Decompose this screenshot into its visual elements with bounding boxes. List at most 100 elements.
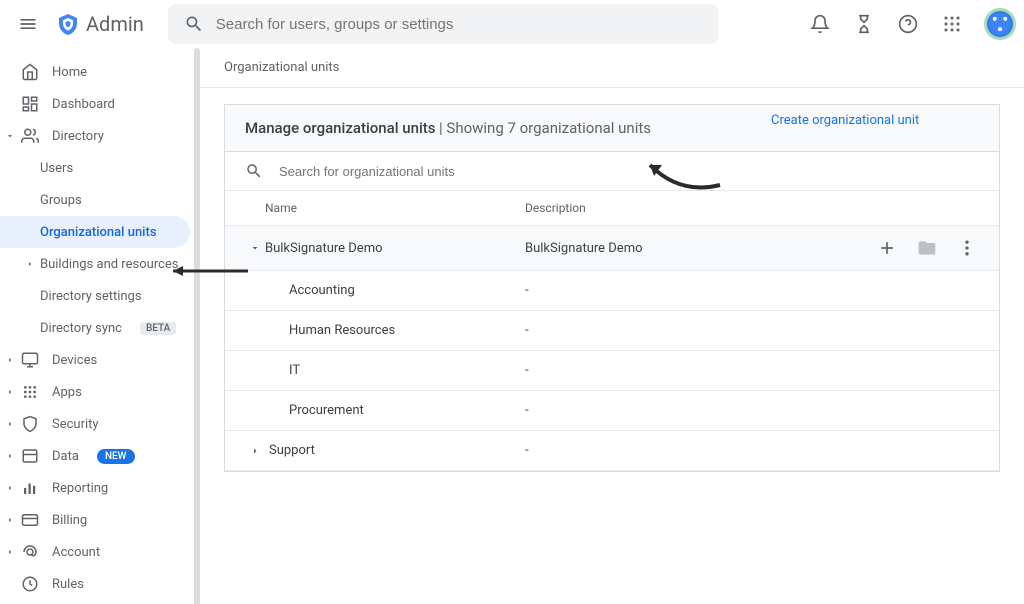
nav-label: Apps xyxy=(52,385,82,400)
nav-label: Billing xyxy=(52,513,87,528)
nav-dashboard[interactable]: Dashboard xyxy=(0,88,200,120)
nav-devices[interactable]: Devices xyxy=(0,344,200,376)
row-desc: - xyxy=(525,283,979,298)
row-collapse-icon[interactable] xyxy=(245,242,265,254)
nav-label: Groups xyxy=(40,193,82,208)
create-org-unit-link[interactable]: Create organizational unit xyxy=(771,113,919,128)
row-expand-icon[interactable] xyxy=(245,445,265,457)
apps-grid-icon[interactable] xyxy=(932,4,972,44)
nav-data[interactable]: Data NEW xyxy=(0,440,200,472)
row-name: Support xyxy=(265,443,525,458)
panel-header: Manage organizational units | Showing 7 … xyxy=(225,105,999,152)
row-actions xyxy=(875,236,979,260)
row-name: IT xyxy=(265,363,525,378)
nav-rules[interactable]: Rules xyxy=(0,568,200,600)
nav-groups[interactable]: Groups xyxy=(0,184,200,216)
chevron-right-icon[interactable] xyxy=(4,354,16,366)
row-name: Procurement xyxy=(265,403,525,418)
nav-label: Dashboard xyxy=(52,97,115,112)
apps-icon xyxy=(20,382,40,402)
nav-label: Security xyxy=(52,417,99,432)
hamburger-menu-icon[interactable] xyxy=(8,4,48,44)
panel-search-input[interactable] xyxy=(279,164,979,179)
row-desc: - xyxy=(525,443,979,458)
panel-title: Manage organizational units xyxy=(245,119,436,137)
table-row[interactable]: Accounting - xyxy=(225,271,999,311)
nav-storage[interactable]: Storage xyxy=(0,600,200,604)
home-icon xyxy=(20,62,40,82)
account-icon xyxy=(20,542,40,562)
main-layout: Home Dashboard Directory Users Groups Or… xyxy=(0,48,1024,604)
table-row[interactable]: Human Resources - xyxy=(225,311,999,351)
row-desc: - xyxy=(525,403,979,418)
chevron-right-icon[interactable] xyxy=(4,482,16,494)
nav-label: Users xyxy=(40,161,73,176)
row-desc: - xyxy=(525,323,979,338)
row-name: Accounting xyxy=(265,283,525,298)
nav-buildings-resources[interactable]: Buildings and resources xyxy=(0,248,200,280)
search-icon xyxy=(245,162,263,180)
nav-reporting[interactable]: Reporting xyxy=(0,472,200,504)
nav-apps[interactable]: Apps xyxy=(0,376,200,408)
hourglass-icon[interactable] xyxy=(844,4,884,44)
app-header: Admin xyxy=(0,0,1024,48)
search-input[interactable] xyxy=(216,16,702,33)
beta-badge: BETA xyxy=(140,322,176,335)
search-icon xyxy=(184,14,204,34)
new-badge: NEW xyxy=(97,449,135,464)
table-row[interactable]: Support - xyxy=(225,431,999,471)
sidebar: Home Dashboard Directory Users Groups Or… xyxy=(0,48,200,604)
chevron-right-icon[interactable] xyxy=(4,386,16,398)
row-name: Human Resources xyxy=(265,323,525,338)
chevron-right-icon[interactable] xyxy=(4,418,16,430)
breadcrumb: Organizational units xyxy=(200,48,1024,88)
nav-directory-sync[interactable]: Directory sync BETA xyxy=(0,312,200,344)
search-box[interactable] xyxy=(168,4,718,44)
panel-search xyxy=(225,152,999,191)
nav-label: Organizational units xyxy=(40,225,157,240)
header-left: Admin xyxy=(8,4,144,44)
nav-label: Directory settings xyxy=(40,289,142,304)
nav-label: Directory sync xyxy=(40,321,122,336)
table-row[interactable]: BulkSignature Demo BulkSignature Demo xyxy=(225,226,999,271)
notifications-icon[interactable] xyxy=(800,4,840,44)
more-icon[interactable] xyxy=(955,236,979,260)
chevron-down-icon[interactable] xyxy=(4,130,16,142)
table-row[interactable]: IT - xyxy=(225,351,999,391)
reporting-icon xyxy=(20,478,40,498)
help-icon[interactable] xyxy=(888,4,928,44)
table-header: Name Description xyxy=(225,191,999,226)
panel-subtitle: | Showing 7 organizational units xyxy=(439,119,651,137)
nav-directory[interactable]: Directory xyxy=(0,120,200,152)
chevron-right-icon[interactable] xyxy=(4,546,16,558)
nav-label: Rules xyxy=(52,577,84,592)
app-logo[interactable]: Admin xyxy=(56,12,144,36)
nav-billing[interactable]: Billing xyxy=(0,504,200,536)
admin-logo-icon xyxy=(56,12,80,36)
add-child-icon[interactable] xyxy=(875,236,899,260)
nav-directory-settings[interactable]: Directory settings xyxy=(0,280,200,312)
chevron-right-icon[interactable] xyxy=(24,258,36,270)
nav-home[interactable]: Home xyxy=(0,56,200,88)
sidebar-scrollbar[interactable] xyxy=(194,48,200,604)
org-units-panel: Manage organizational units | Showing 7 … xyxy=(224,104,1000,472)
nav-organizational-units[interactable]: Organizational units xyxy=(0,216,190,248)
chevron-right-icon[interactable] xyxy=(4,514,16,526)
chevron-right-icon[interactable] xyxy=(4,450,16,462)
main-content: Organizational units Manage organization… xyxy=(200,48,1024,604)
nav-label: Buildings and resources xyxy=(40,257,178,272)
global-search xyxy=(168,4,718,44)
nav-account[interactable]: Account xyxy=(0,536,200,568)
user-avatar[interactable] xyxy=(984,8,1016,40)
nav-label: Devices xyxy=(52,353,97,368)
table-row[interactable]: Procurement - xyxy=(225,391,999,431)
row-desc: - xyxy=(525,363,979,378)
move-icon[interactable] xyxy=(915,236,939,260)
dashboard-icon xyxy=(20,94,40,114)
directory-icon xyxy=(20,126,40,146)
content-area: Manage organizational units | Showing 7 … xyxy=(200,88,1024,488)
nav-label: Directory xyxy=(52,129,104,144)
nav-users[interactable]: Users xyxy=(0,152,200,184)
nav-label: Data xyxy=(52,449,79,464)
nav-security[interactable]: Security xyxy=(0,408,200,440)
